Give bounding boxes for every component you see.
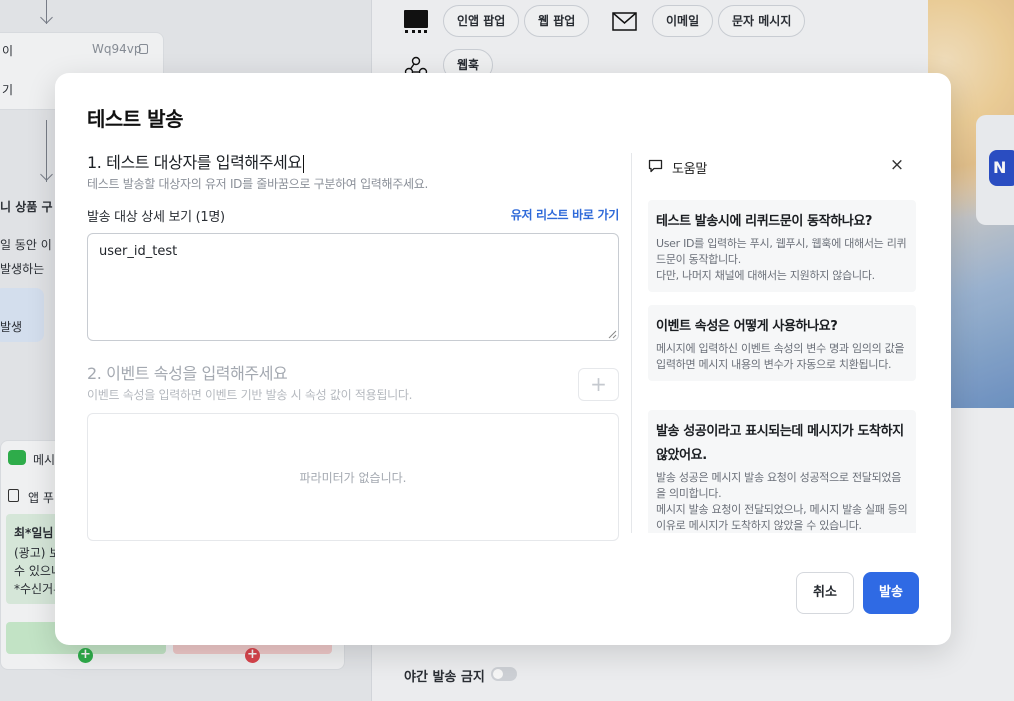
help-item: 테스트 발송시에 리퀴드문이 동작하나요? User ID를 입력하는 푸시, …: [648, 200, 916, 292]
resize-handle-icon[interactable]: [608, 330, 617, 339]
help-answer: 발송 성공은 메시지 발송 요청이 성공적으로 전달되었음을 의미합니다. 메시…: [656, 471, 908, 532]
speech-bubble-icon: [648, 159, 663, 173]
help-item: 이벤트 속성은 어떻게 사용하나요? 메시지에 입력하신 이벤트 속성의 변수 …: [648, 305, 916, 381]
modal-title: 테스트 발송: [87, 107, 183, 131]
help-close-icon[interactable]: ×: [889, 157, 905, 174]
panel-divider: [631, 153, 632, 533]
section1-title: 1. 테스트 대상자를 입력해주세요: [87, 149, 304, 173]
target-detail-label: 발송 대상 상세 보기 (1명): [87, 210, 225, 225]
section1-title-text: 1. 테스트 대상자를 입력해주세요: [87, 153, 302, 172]
send-button[interactable]: 발송: [863, 572, 919, 614]
parameters-list: 파라미터가 없습니다.: [87, 413, 619, 541]
help-item: 발송 성공이라고 표시되는데 메시지가 도착하지 않았어요. 발송 성공은 메시…: [648, 410, 916, 533]
text-caret: [302, 154, 304, 173]
test-targets-input[interactable]: user_id_test: [87, 233, 619, 341]
section2-title: 2. 이벤트 속성을 입력해주세요: [87, 364, 288, 383]
test-send-modal: 테스트 발송 1. 테스트 대상자를 입력해주세요 테스트 발송할 대상자의 유…: [55, 73, 951, 645]
help-question: 이벤트 속성은 어떻게 사용하나요?: [656, 319, 838, 334]
help-title: 도움말: [672, 162, 707, 177]
section1-description: 테스트 발송할 대상자의 유저 ID를 줄바꿈으로 구분하여 입력해주세요.: [87, 177, 429, 191]
help-answer: 메시지에 입력하신 이벤트 속성의 변수 명과 임의의 값을 입력하면 메시지 …: [656, 342, 905, 371]
help-question: 테스트 발송시에 리퀴드문이 동작하나요?: [656, 214, 873, 229]
parameters-empty-text: 파라미터가 없습니다.: [299, 471, 407, 485]
add-parameter-button[interactable]: +: [578, 368, 619, 401]
help-answer: User ID를 입력하는 푸시, 웹푸시, 웹훅에 대해서는 리퀴드문이 동작…: [656, 237, 907, 282]
help-question: 발송 성공이라고 표시되는데 메시지가 도착하지 않았어요.: [656, 424, 904, 463]
cancel-button[interactable]: 취소: [796, 572, 854, 614]
user-list-link[interactable]: 유저 리스트 바로 가기: [511, 206, 620, 223]
section2-description: 이벤트 속성을 입력하면 이벤트 기반 발송 시 속성 값이 적용됩니다.: [87, 388, 413, 402]
help-list[interactable]: 테스트 발송시에 리퀴드문이 동작하나요? User ID를 입력하는 푸시, …: [648, 200, 916, 533]
